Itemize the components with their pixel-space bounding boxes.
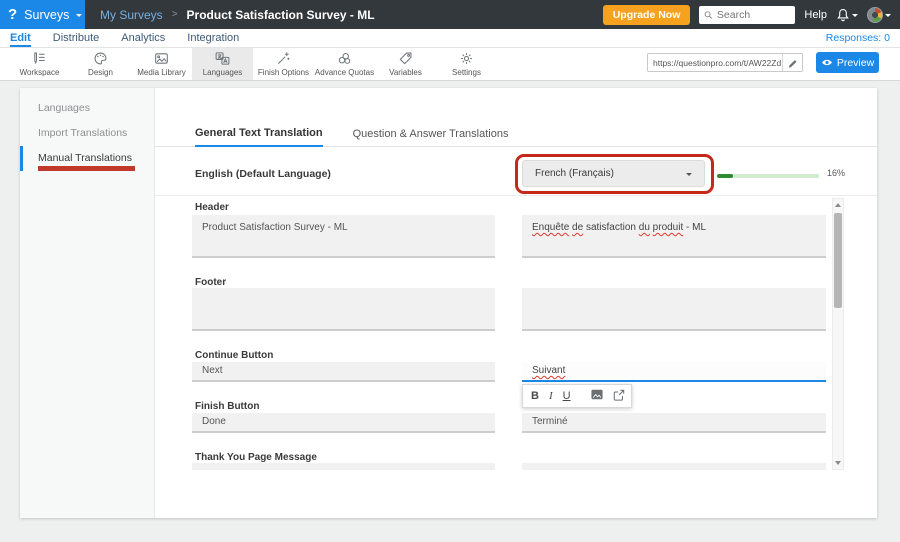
edit-url-button[interactable] bbox=[782, 54, 802, 71]
product-name: Surveys bbox=[24, 8, 69, 22]
preview-button[interactable]: Preview bbox=[816, 52, 879, 73]
tool-workspace[interactable]: Workspace bbox=[9, 48, 70, 80]
chevron-down-icon bbox=[686, 173, 692, 179]
image-icon bbox=[591, 389, 603, 400]
footer-source-textarea[interactable] bbox=[192, 288, 495, 331]
questionpro-app: ? Surveys My Surveys > Product Satisfact… bbox=[0, 0, 900, 542]
finish-source-input[interactable]: Done bbox=[192, 413, 495, 433]
continue-target-input[interactable]: Suivant bbox=[522, 362, 826, 382]
header-target-textarea[interactable]: Enquête de satisfaction du produit - ML bbox=[522, 215, 826, 258]
tool-variables[interactable]: Variables bbox=[375, 48, 436, 80]
red-underline-annotation bbox=[38, 166, 135, 171]
italic-button[interactable]: I bbox=[549, 391, 553, 402]
translation-progress-fill bbox=[717, 174, 733, 178]
translation-progress-bar bbox=[717, 174, 819, 178]
search-input[interactable] bbox=[717, 9, 790, 21]
product-switcher[interactable]: ? Surveys bbox=[0, 0, 85, 29]
finish-target-input[interactable]: Terminé bbox=[522, 413, 826, 433]
header-source-textarea[interactable]: Product Satisfaction Survey - ML bbox=[192, 215, 495, 258]
scroll-up-button[interactable] bbox=[833, 199, 843, 211]
chevron-down-icon bbox=[76, 14, 82, 20]
survey-url-box: https://questionpro.com/t/AW22Zd1S1 bbox=[647, 53, 803, 72]
breadcrumb-my-surveys[interactable]: My Surveys bbox=[100, 8, 163, 22]
fields-scrollbar[interactable] bbox=[832, 198, 844, 470]
field-label-finish-button: Finish Button bbox=[195, 401, 259, 412]
thank-you-target-textarea[interactable] bbox=[522, 463, 826, 470]
translation-tabs: General Text Translation Question & Answ… bbox=[155, 122, 877, 147]
gear-icon bbox=[459, 51, 474, 66]
sidebar-item-languages[interactable]: Languages bbox=[20, 96, 154, 121]
preview-label: Preview bbox=[837, 57, 874, 69]
field-label-thank-you: Thank You Page Message bbox=[195, 452, 317, 463]
tag-icon bbox=[398, 51, 413, 66]
scrollbar-thumb[interactable] bbox=[834, 213, 842, 308]
topbar-actions: Upgrade Now Help bbox=[603, 5, 900, 25]
nav-item-distribute[interactable]: Distribute bbox=[53, 29, 99, 47]
translate-icon bbox=[215, 51, 230, 66]
account-menu[interactable] bbox=[867, 7, 891, 23]
source-language-label: English (Default Language) bbox=[195, 168, 331, 180]
nav-item-analytics[interactable]: Analytics bbox=[121, 29, 165, 47]
search-icon bbox=[704, 10, 713, 20]
help-link[interactable]: Help bbox=[804, 9, 827, 21]
breadcrumb-separator: > bbox=[172, 9, 178, 20]
workspace-icon bbox=[32, 51, 47, 66]
upgrade-now-button[interactable]: Upgrade Now bbox=[603, 5, 691, 25]
survey-url[interactable]: https://questionpro.com/t/AW22Zd1S1 bbox=[648, 58, 782, 68]
external-link-icon bbox=[613, 389, 625, 401]
field-label-footer: Footer bbox=[195, 277, 226, 288]
translation-fields: Header Product Satisfaction Survey - ML … bbox=[155, 196, 877, 470]
tool-settings[interactable]: Settings bbox=[436, 48, 497, 80]
eye-icon bbox=[821, 58, 833, 67]
primary-nav: Edit Distribute Analytics Integration Re… bbox=[0, 29, 900, 48]
target-language-value: French (Français) bbox=[535, 168, 614, 179]
translations-sidebar: Languages Import Translations Manual Tra… bbox=[20, 88, 155, 518]
nav-item-integration[interactable]: Integration bbox=[187, 29, 239, 47]
footer-target-textarea[interactable] bbox=[522, 288, 826, 331]
scroll-down-button[interactable] bbox=[833, 457, 843, 469]
survey-title: Product Satisfaction Survey - ML bbox=[187, 8, 375, 22]
chevron-down-icon bbox=[852, 14, 858, 20]
tool-media-library[interactable]: Media Library bbox=[131, 48, 192, 80]
rich-text-toolbar: B I U bbox=[522, 384, 632, 408]
tab-general-text-translation[interactable]: General Text Translation bbox=[195, 127, 323, 147]
field-label-continue-button: Continue Button bbox=[195, 350, 273, 361]
questionpro-logo-icon: ? bbox=[8, 6, 17, 23]
magic-wand-icon bbox=[276, 51, 291, 66]
breadcrumb: My Surveys > Product Satisfaction Survey… bbox=[100, 8, 375, 22]
tool-languages[interactable]: Languages bbox=[192, 48, 253, 80]
sidebar-item-import-translations[interactable]: Import Translations bbox=[20, 121, 154, 146]
tool-finish-options[interactable]: Finish Options bbox=[253, 48, 314, 80]
triangle-down-icon bbox=[835, 461, 841, 468]
chevron-down-icon bbox=[885, 14, 891, 20]
translation-progress-percent: 16% bbox=[827, 168, 845, 178]
thank-you-source-textarea[interactable] bbox=[192, 463, 495, 470]
bell-icon bbox=[836, 8, 850, 22]
bold-button[interactable]: B bbox=[531, 391, 539, 402]
responses-count[interactable]: Responses: 0 bbox=[826, 32, 900, 44]
nav-item-edit[interactable]: Edit bbox=[10, 29, 31, 47]
language-row: English (Default Language) French (Franç… bbox=[155, 147, 877, 196]
tool-design[interactable]: Design bbox=[70, 48, 131, 80]
translations-panel: Languages Import Translations Manual Tra… bbox=[20, 88, 877, 518]
avatar bbox=[867, 7, 883, 23]
top-bar: ? Surveys My Surveys > Product Satisfact… bbox=[0, 0, 900, 29]
insert-image-button[interactable] bbox=[591, 389, 603, 403]
continue-source-input[interactable]: Next bbox=[192, 362, 495, 382]
image-icon bbox=[154, 51, 169, 66]
triangle-up-icon bbox=[835, 200, 841, 207]
palette-icon bbox=[93, 51, 108, 66]
notifications-menu[interactable] bbox=[836, 8, 858, 22]
target-language-dropdown[interactable]: French (Français) bbox=[522, 160, 705, 187]
search-box[interactable] bbox=[699, 6, 795, 24]
tool-advance-quotas[interactable]: Advance Quotas bbox=[314, 48, 375, 80]
field-label-header: Header bbox=[195, 202, 229, 213]
underline-button[interactable]: U bbox=[563, 391, 571, 402]
tab-question-answer-translations[interactable]: Question & Answer Translations bbox=[353, 128, 509, 146]
chain-links-icon bbox=[337, 51, 352, 66]
insert-link-button[interactable] bbox=[613, 389, 625, 404]
pencil-icon bbox=[788, 58, 798, 68]
